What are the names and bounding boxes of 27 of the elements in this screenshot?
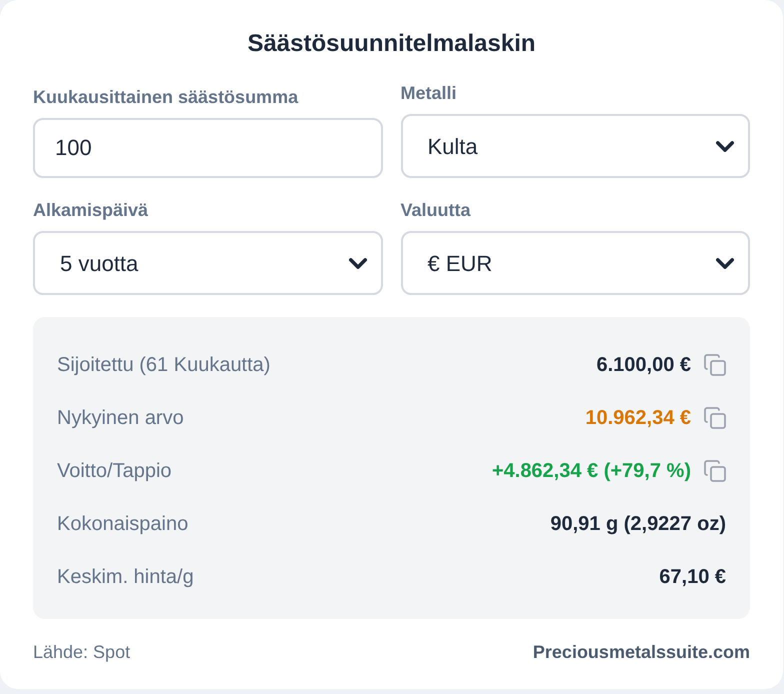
result-value: 6.100,00 € <box>596 353 691 378</box>
copy-icon[interactable] <box>704 354 726 376</box>
amount-input[interactable]: 100 <box>33 118 382 178</box>
result-label: Sijoitettu (61 Kuukautta) <box>57 353 270 378</box>
field-label: Kuukausittainen säästösumma <box>33 86 300 109</box>
field-label: Alkamispäivä <box>33 199 150 222</box>
copy-icon[interactable] <box>704 407 726 429</box>
field-label: Metalli <box>400 82 458 105</box>
field-label: Valuutta <box>400 199 472 222</box>
dropdown-select[interactable]: € EUR <box>400 231 750 295</box>
calculator-title: Säästösuunnitelmalaskin <box>246 29 537 59</box>
result-value: 10.962,34 € <box>585 406 691 431</box>
source-text: Lähde: Spot <box>33 640 130 664</box>
result-label: Keskim. hinta/g <box>57 565 194 590</box>
dropdown-select[interactable]: 5 vuotta <box>33 231 382 295</box>
result-value: 67,10 € <box>659 565 726 590</box>
chevron-down-icon <box>348 258 366 268</box>
chevron-down-icon <box>716 258 734 268</box>
result-label: Nykyinen arvo <box>57 406 184 431</box>
website-link[interactable]: Preciousmetalssuite.com <box>532 638 750 666</box>
copy-icon[interactable] <box>704 460 726 482</box>
dropdown-select[interactable]: Kulta <box>400 114 750 178</box>
result-value: 90,91 g (2,9227 oz) <box>550 512 726 537</box>
result-value: +4.862,34 € (+79,7 %) <box>492 459 691 484</box>
result-label: Kokonaispaino <box>57 512 188 537</box>
result-label: Voitto/Tappio <box>57 459 172 484</box>
chevron-down-icon <box>716 140 734 152</box>
